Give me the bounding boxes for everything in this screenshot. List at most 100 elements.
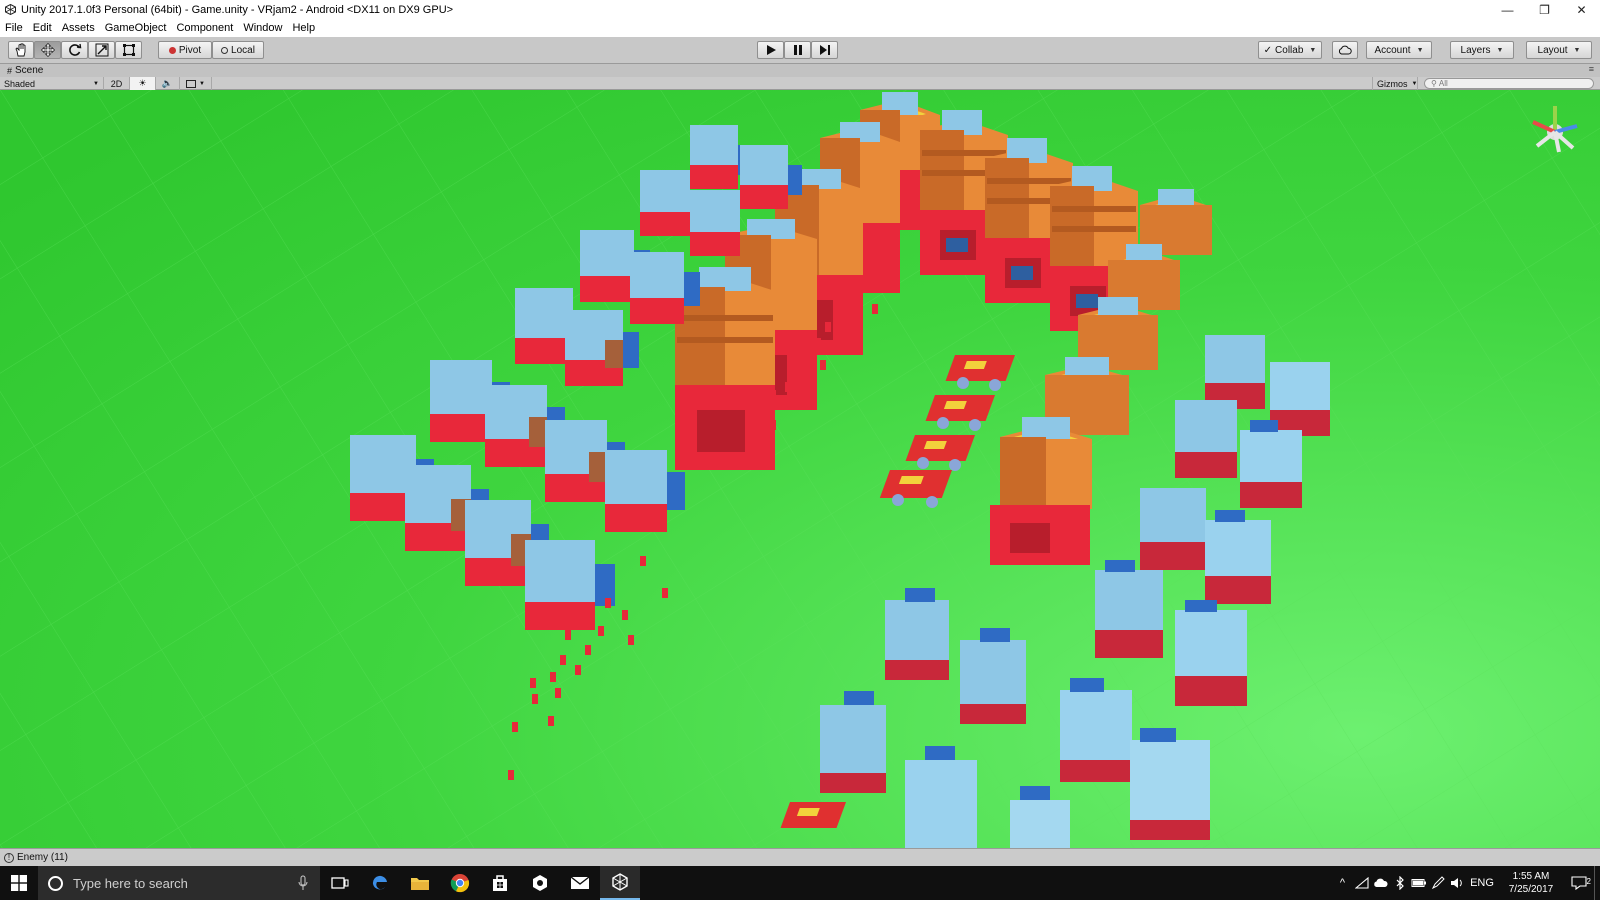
collab-dropdown[interactable]: ✓ Collab ▼ <box>1258 41 1322 59</box>
unity-editor-window: Unity 2017.1.0f3 Personal (64bit) - Game… <box>0 0 1600 900</box>
chevron-down-icon: ▼ <box>1496 46 1504 54</box>
audio-toggle-button[interactable]: 🔈 <box>156 77 180 90</box>
pause-button[interactable] <box>784 41 811 59</box>
pivot-icon <box>168 46 176 54</box>
shading-mode-label: Shaded <box>4 78 36 89</box>
menu-edit[interactable]: Edit <box>28 19 57 37</box>
speaker-icon: 🔈 <box>161 78 174 88</box>
hex-app-button[interactable] <box>520 866 560 900</box>
clock-time: 1:55 AM <box>1512 871 1550 882</box>
volume-icon[interactable] <box>1447 877 1466 889</box>
scene-search-input[interactable]: ⚲ All <box>1424 78 1594 89</box>
mail-app-button[interactable] <box>560 866 600 900</box>
file-explorer-button[interactable] <box>400 866 440 900</box>
task-view-icon <box>331 877 349 889</box>
notification-icon <box>1571 876 1587 890</box>
system-tray: ^ ENG 1:55 AM 7/25/2017 2 <box>1333 866 1600 900</box>
show-desktop-button[interactable] <box>1594 866 1600 900</box>
clock-date: 7/25/2017 <box>1508 884 1554 895</box>
cloud-icon <box>1338 45 1352 55</box>
menu-assets[interactable]: Assets <box>57 19 100 37</box>
shading-mode-dropdown[interactable]: Shaded ▼ <box>0 77 104 90</box>
chevron-down-icon: ▼ <box>199 80 205 87</box>
unity-app-button[interactable] <box>600 866 640 900</box>
effects-dropdown[interactable]: ▼ <box>180 77 212 90</box>
microphone-icon[interactable] <box>298 875 308 894</box>
move-icon <box>40 43 55 57</box>
battery-icon[interactable] <box>1409 878 1428 888</box>
sun-icon: ☀ <box>138 78 147 88</box>
hexagon-icon <box>533 875 547 891</box>
onedrive-icon[interactable] <box>1371 878 1390 888</box>
edge-app-button[interactable] <box>360 866 400 900</box>
gizmos-label: Gizmos <box>1377 78 1408 89</box>
unity-logo-icon <box>4 4 16 16</box>
scene-viewport[interactable] <box>0 90 1600 848</box>
notification-count-badge: 2 <box>1586 877 1591 886</box>
action-center-button[interactable]: 2 <box>1564 876 1594 890</box>
minimize-button[interactable]: — <box>1489 0 1526 19</box>
pivot-label: Pivot <box>178 44 202 56</box>
window-title: Unity 2017.1.0f3 Personal (64bit) - Game… <box>21 3 454 16</box>
edge-icon <box>372 875 387 890</box>
grid-icon: # <box>7 65 13 76</box>
chevron-down-icon: ▼ <box>93 80 99 87</box>
store-app-button[interactable] <box>480 866 520 900</box>
scene-render <box>0 90 1600 848</box>
check-icon: ✓ <box>1263 44 1273 56</box>
hand-tool-button[interactable] <box>8 41 34 59</box>
layers-dropdown[interactable]: Layers ▼ <box>1450 41 1514 59</box>
local-icon <box>221 46 229 54</box>
scale-tool-button[interactable] <box>88 41 115 59</box>
layers-label: Layers <box>1460 44 1491 56</box>
pivot-toggle-button[interactable]: Pivot <box>158 41 212 59</box>
network-icon[interactable] <box>1352 877 1371 889</box>
step-icon <box>819 45 830 55</box>
2d-toggle-button[interactable]: 2D <box>104 77 130 90</box>
rect-tool-button[interactable] <box>115 41 142 59</box>
rotate-tool-button[interactable] <box>61 41 88 59</box>
folder-icon <box>411 878 429 890</box>
tab-scene-label: Scene <box>15 65 44 76</box>
lighting-toggle-button[interactable]: ☀ <box>130 77 156 90</box>
layout-dropdown[interactable]: Layout ▼ <box>1526 41 1592 59</box>
input-language-indicator[interactable]: ENG <box>1466 877 1498 889</box>
menu-help[interactable]: Help <box>287 19 320 37</box>
maximize-button[interactable]: ❐ <box>1526 0 1563 19</box>
account-label: Account <box>1374 44 1411 56</box>
gizmos-dropdown[interactable]: Gizmos ▼ <box>1372 77 1418 90</box>
tab-scene[interactable]: # Scene <box>0 65 43 76</box>
close-button[interactable]: ✕ <box>1563 0 1600 19</box>
menu-gameobject[interactable]: GameObject <box>100 19 172 37</box>
chevron-down-icon: ▼ <box>1416 46 1424 54</box>
scene-controls-bar: Shaded ▼ 2D ☀ 🔈 ▼ Gizmos ▼ ⚲ All <box>0 77 1600 90</box>
start-button[interactable] <box>0 866 38 900</box>
local-toggle-button[interactable]: Local <box>212 41 264 59</box>
chevron-down-icon: ▼ <box>1309 46 1317 54</box>
play-button[interactable] <box>757 41 784 59</box>
menu-component[interactable]: Component <box>171 19 238 37</box>
step-button[interactable] <box>811 41 838 59</box>
cloud-button[interactable] <box>1332 41 1358 59</box>
scene-search-placeholder: All <box>1438 79 1448 88</box>
bluetooth-icon[interactable] <box>1390 876 1409 890</box>
2d-toggle-label: 2D <box>110 78 123 89</box>
system-clock[interactable]: 1:55 AM 7/25/2017 <box>1498 870 1564 896</box>
rotate-icon <box>68 43 81 56</box>
main-toolbar: Pivot Local ✓ Collab ▼ Account ▼ Layers <box>0 37 1600 64</box>
chrome-app-button[interactable] <box>440 866 480 900</box>
move-tool-button[interactable] <box>34 41 61 59</box>
hand-icon <box>15 43 26 57</box>
account-dropdown[interactable]: Account ▼ <box>1366 41 1432 59</box>
status-message[interactable]: Enemy (11) <box>17 852 68 863</box>
menu-file[interactable]: File <box>0 19 28 37</box>
taskbar-search-input[interactable]: Type here to search <box>38 866 320 900</box>
menu-window[interactable]: Window <box>238 19 287 37</box>
search-icon: ⚲ <box>1431 79 1437 88</box>
scene-tab-strip: # Scene ≡ <box>0 64 1600 77</box>
task-view-button[interactable] <box>320 866 360 900</box>
chrome-icon <box>450 874 470 893</box>
pen-icon[interactable] <box>1428 876 1447 890</box>
chevron-up-icon[interactable]: ^ <box>1333 877 1352 889</box>
tab-menu-icon[interactable]: ≡ <box>1589 64 1594 74</box>
